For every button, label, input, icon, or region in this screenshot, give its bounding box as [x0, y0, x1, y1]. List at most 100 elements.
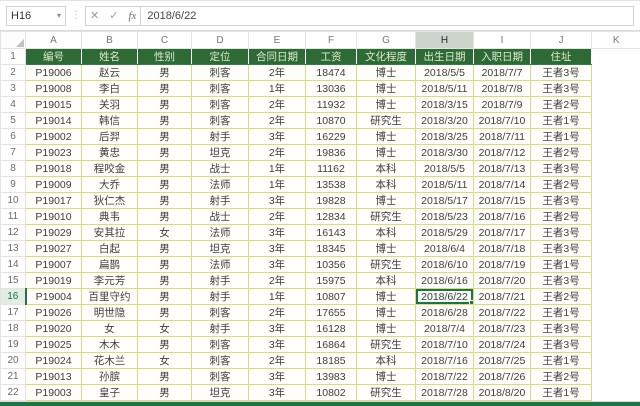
cell-H21[interactable]: 2018/7/22 [415, 368, 474, 385]
cell-C9[interactable]: 男 [137, 176, 192, 193]
row-header-2[interactable]: 2 [0, 64, 26, 81]
cell-J17[interactable]: 王者1号 [530, 304, 592, 321]
cell-A18[interactable]: P19020 [25, 320, 82, 337]
cell-I8[interactable]: 2018/7/13 [473, 160, 531, 177]
cell-A15[interactable]: P19019 [25, 272, 82, 289]
cell-G20[interactable]: 本科 [356, 352, 416, 369]
cell-G1[interactable]: 文化程度 [356, 48, 416, 65]
cell-J8[interactable]: 王者3号 [530, 160, 592, 177]
cell-C20[interactable]: 女 [137, 352, 192, 369]
cell-K15[interactable] [591, 272, 640, 289]
cell-D5[interactable]: 刺客 [191, 112, 249, 129]
enter-icon[interactable]: ✓ [109, 9, 118, 22]
cell-H18[interactable]: 2018/7/4 [415, 320, 474, 337]
cell-D12[interactable]: 法师 [191, 224, 249, 241]
cell-K20[interactable] [591, 352, 640, 369]
cell-E14[interactable]: 3年 [248, 256, 306, 273]
cell-I4[interactable]: 2018/7/9 [473, 96, 531, 113]
cell-F21[interactable]: 13983 [305, 368, 357, 385]
cell-A16[interactable]: P19004 [25, 288, 82, 305]
cell-J13[interactable]: 王者3号 [530, 240, 592, 257]
cell-G8[interactable]: 本科 [356, 160, 416, 177]
cell-E16[interactable]: 1年 [248, 288, 306, 305]
cell-D3[interactable]: 刺客 [191, 80, 249, 97]
cell-E5[interactable]: 2年 [248, 112, 306, 129]
cell-G9[interactable]: 本科 [356, 176, 416, 193]
cell-B17[interactable]: 明世隐 [81, 304, 138, 321]
cell-A7[interactable]: P19023 [25, 144, 82, 161]
cell-K8[interactable] [591, 160, 640, 177]
cell-A9[interactable]: P19009 [25, 176, 82, 193]
column-header-J[interactable]: J [530, 31, 592, 49]
cell-H15[interactable]: 2018/6/16 [415, 272, 474, 289]
cell-A11[interactable]: P19010 [25, 208, 82, 225]
cell-H22[interactable]: 2018/7/28 [415, 384, 474, 401]
cell-E11[interactable]: 2年 [248, 208, 306, 225]
row-header-3[interactable]: 3 [0, 80, 26, 97]
cell-H13[interactable]: 2018/6/4 [415, 240, 474, 257]
cell-B9[interactable]: 大乔 [81, 176, 138, 193]
cell-I16[interactable]: 2018/7/21 [473, 288, 531, 305]
cell-I11[interactable]: 2018/7/16 [473, 208, 531, 225]
row-header-1[interactable]: 1 [0, 48, 26, 65]
cell-B11[interactable]: 典韦 [81, 208, 138, 225]
cell-F11[interactable]: 12834 [305, 208, 357, 225]
cell-D22[interactable]: 坦克 [191, 384, 249, 401]
cell-G22[interactable]: 研究生 [356, 384, 416, 401]
cell-F5[interactable]: 10870 [305, 112, 357, 129]
cell-J10[interactable]: 王者3号 [530, 192, 592, 209]
cell-J9[interactable]: 王者2号 [530, 176, 592, 193]
column-header-A[interactable]: A [25, 31, 82, 49]
cell-K5[interactable] [591, 112, 640, 129]
row-header-17[interactable]: 17 [0, 304, 26, 321]
cell-F1[interactable]: 工资 [305, 48, 357, 65]
cell-J15[interactable]: 王者3号 [530, 272, 592, 289]
select-all-corner[interactable] [0, 31, 26, 49]
cell-F9[interactable]: 13538 [305, 176, 357, 193]
cell-I12[interactable]: 2018/7/17 [473, 224, 531, 241]
cell-D9[interactable]: 法师 [191, 176, 249, 193]
cell-G4[interactable]: 博士 [356, 96, 416, 113]
column-header-D[interactable]: D [191, 31, 249, 49]
cell-E20[interactable]: 2年 [248, 352, 306, 369]
cell-H17[interactable]: 2018/6/28 [415, 304, 474, 321]
cell-B1[interactable]: 姓名 [81, 48, 138, 65]
cell-A22[interactable]: P19003 [25, 384, 82, 401]
cell-J14[interactable]: 王者1号 [530, 256, 592, 273]
cell-C2[interactable]: 男 [137, 64, 192, 81]
cell-G6[interactable]: 博士 [356, 128, 416, 145]
cell-C13[interactable]: 男 [137, 240, 192, 257]
cell-D16[interactable]: 射手 [191, 288, 249, 305]
formula-input[interactable]: 2018/6/22 [140, 5, 634, 26]
cell-D4[interactable]: 刺客 [191, 96, 249, 113]
cell-A19[interactable]: P19025 [25, 336, 82, 353]
cell-G5[interactable]: 研究生 [356, 112, 416, 129]
cell-B22[interactable]: 皇子 [81, 384, 138, 401]
cell-E19[interactable]: 3年 [248, 336, 306, 353]
name-box[interactable]: H16 ▾ [6, 5, 66, 26]
row-header-6[interactable]: 6 [0, 128, 26, 145]
row-header-22[interactable]: 22 [0, 384, 26, 401]
cell-B16[interactable]: 百里守约 [81, 288, 138, 305]
row-header-16[interactable]: 16 [0, 288, 27, 305]
cell-C21[interactable]: 男 [137, 368, 192, 385]
cell-F16[interactable]: 10807 [305, 288, 357, 305]
cell-G10[interactable]: 博士 [356, 192, 416, 209]
cell-J1[interactable]: 住址 [530, 48, 592, 65]
column-header-F[interactable]: F [305, 31, 357, 49]
cell-F4[interactable]: 11932 [305, 96, 357, 113]
cell-J12[interactable]: 王者3号 [530, 224, 592, 241]
cell-H16[interactable]: 2018/6/22 [415, 288, 474, 305]
cell-J7[interactable]: 王者2号 [530, 144, 592, 161]
row-header-18[interactable]: 18 [0, 320, 26, 337]
row-header-7[interactable]: 7 [0, 144, 26, 161]
row-header-4[interactable]: 4 [0, 96, 26, 113]
cell-H14[interactable]: 2018/6/10 [415, 256, 474, 273]
cell-J11[interactable]: 王者2号 [530, 208, 592, 225]
cell-J18[interactable]: 王者3号 [530, 320, 592, 337]
cell-D8[interactable]: 战士 [191, 160, 249, 177]
cell-B8[interactable]: 程咬金 [81, 160, 138, 177]
cell-J4[interactable]: 王者2号 [530, 96, 592, 113]
cell-I14[interactable]: 2018/7/19 [473, 256, 531, 273]
cell-D17[interactable]: 刺客 [191, 304, 249, 321]
